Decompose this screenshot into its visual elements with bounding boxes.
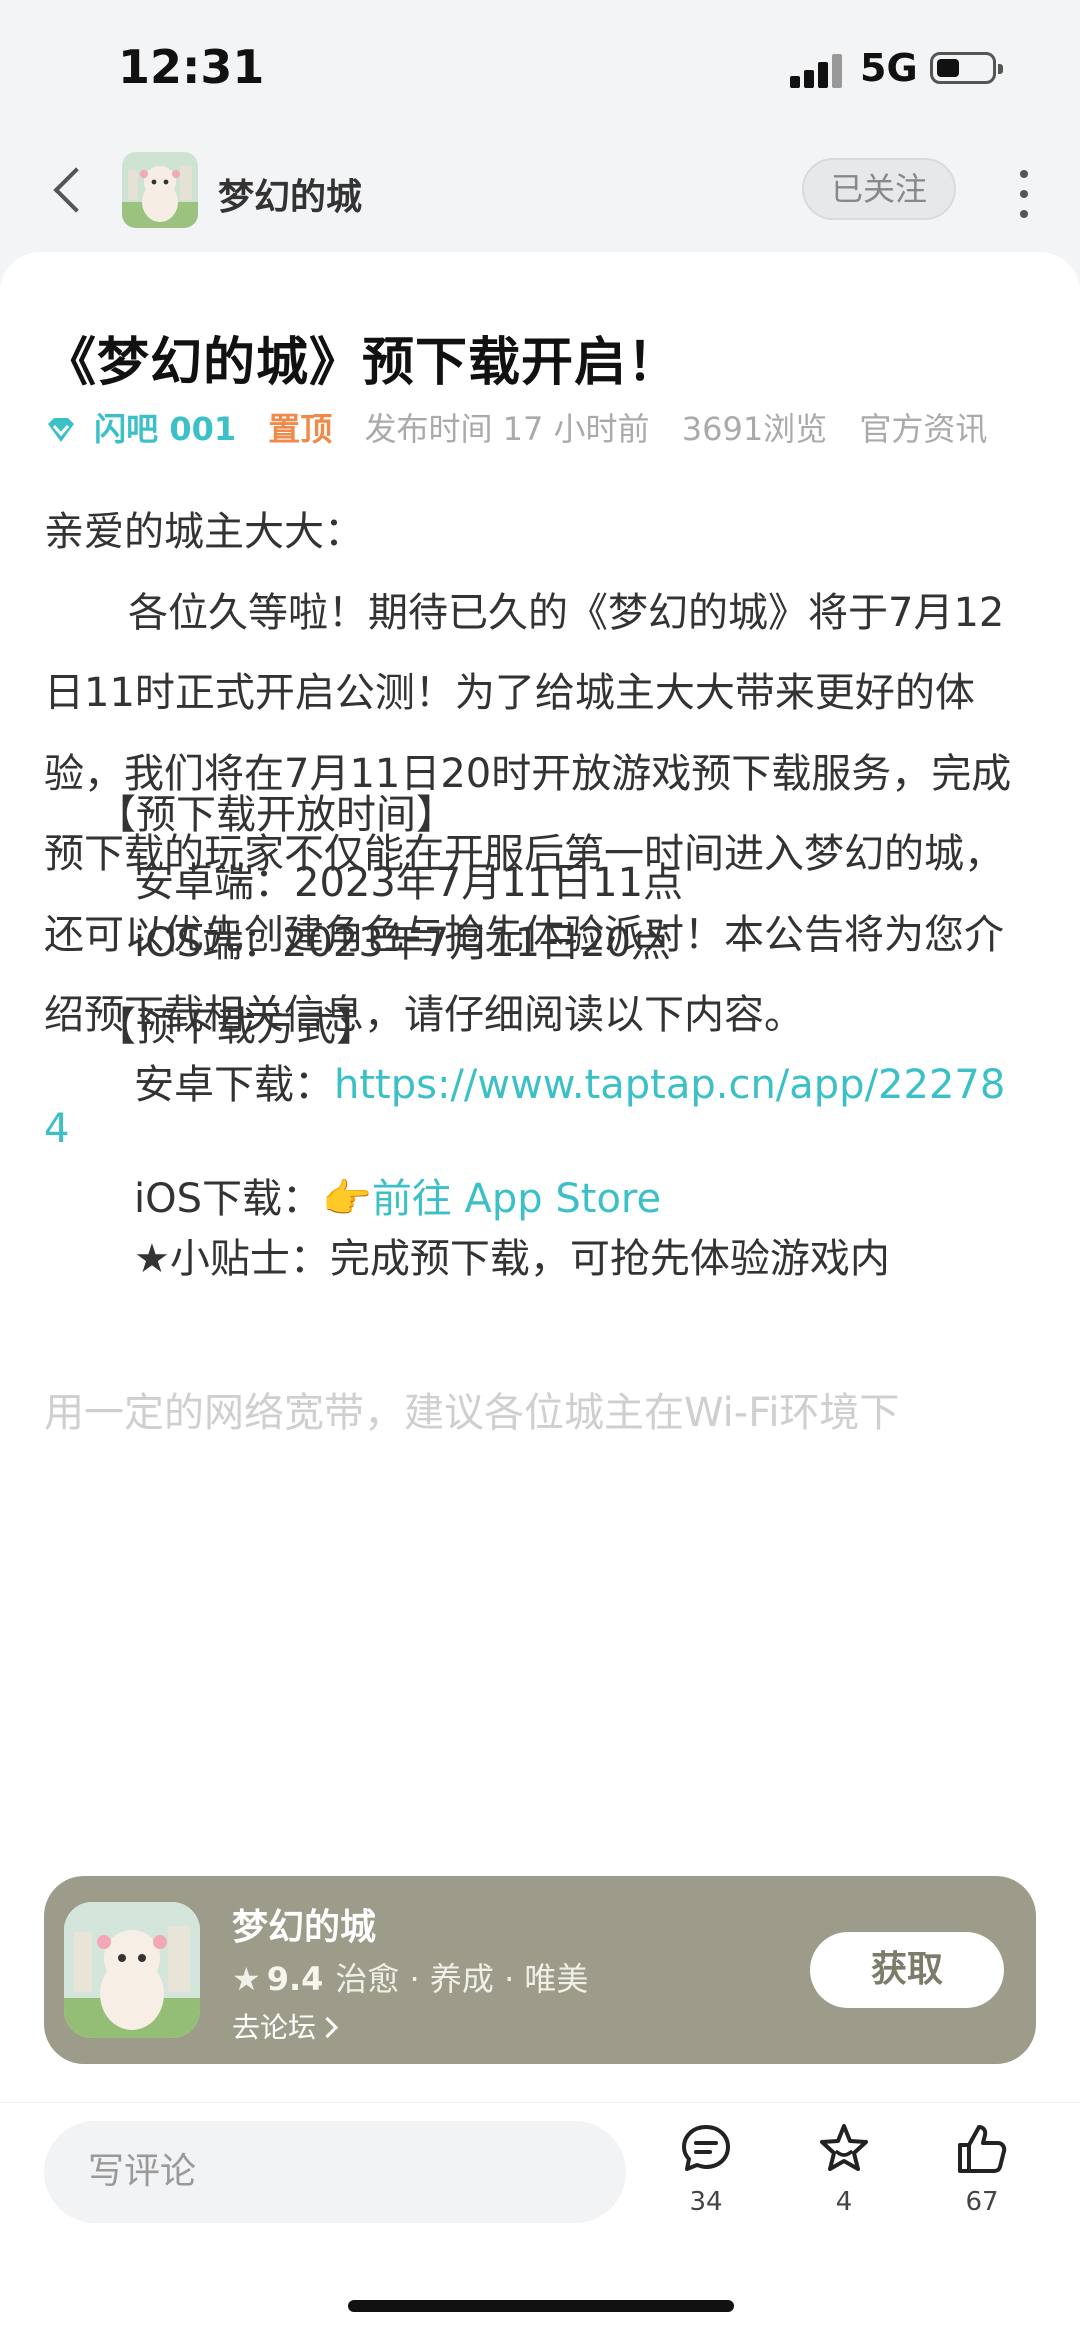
like-button[interactable]: 67 [942, 2121, 1022, 2217]
android-time: 安卓端：2023年7月11日11点 [134, 860, 684, 906]
android-download-link-cont[interactable]: 4 [44, 1106, 69, 1152]
forum-name[interactable]: 梦幻的城 [218, 168, 362, 220]
ios-download-label: iOS下载： [134, 1176, 322, 1222]
diamond-icon [44, 414, 78, 452]
thumbs-up-icon [958, 2125, 1007, 2173]
app-tags: 治愈 · 养成 · 唯美 [335, 1960, 589, 1998]
comment-input[interactable]: 写评论 [44, 2121, 626, 2223]
view-count: 3691浏览 [681, 410, 828, 448]
section-heading: 【预下载开放时间】 [96, 792, 456, 838]
go-to-forum-label: 去论坛 [232, 2011, 317, 2044]
android-download-label: 安卓下载： [134, 1062, 334, 1108]
battery-icon [930, 52, 1003, 84]
ios-time: iOS端：2023年7月11日20点 [134, 920, 672, 966]
android-download-link[interactable]: https://www.taptap.cn/app/22278 [334, 1062, 1005, 1108]
post-category[interactable]: 官方资讯 [859, 410, 987, 448]
chevron-right-icon [316, 2016, 339, 2039]
post-card: 《梦幻的城》预下载开启！ 闪吧 001 置顶 发布时间 17 小时前 3691浏… [0, 252, 1080, 2102]
post-meta: 闪吧 001 置顶 发布时间 17 小时前 3691浏览 官方资讯 [44, 404, 987, 452]
post-title: 《梦幻的城》预下载开启！ [44, 333, 681, 393]
favorite-count: 4 [835, 2187, 853, 2217]
more-options-icon[interactable] [1010, 166, 1038, 222]
favorite-button[interactable]: 4 [804, 2121, 884, 2217]
follow-button[interactable]: 已关注 [802, 158, 956, 220]
pinned-badge: 置顶 [268, 410, 333, 448]
tip-text: ★小贴士：完成预下载，可抢先体验游戏内 [134, 1236, 890, 1282]
app-icon[interactable] [64, 1902, 200, 2038]
star-icon: ★ [232, 1960, 261, 1998]
go-to-forum-link[interactable]: 去论坛 [232, 2006, 339, 2046]
app-store-link[interactable]: 前往 App Store [372, 1176, 661, 1222]
publish-time: 发布时间 17 小时前 [364, 410, 650, 448]
post-author[interactable]: 闪吧 001 [94, 410, 236, 448]
forum-avatar[interactable] [122, 152, 198, 228]
post-greeting: 亲爱的城主大大： [44, 509, 364, 555]
forum-header: 梦幻的城 已关注 [0, 140, 1080, 250]
app-promo-card[interactable]: 梦幻的城 ★ 9.4 治愈 · 养成 · 唯美 去论坛 获取 [44, 1876, 1036, 2064]
status-time: 12:31 [118, 40, 265, 94]
partial-text: 用一定的网络宽带，建议各位城主在Wi-Fi环境下 [44, 1390, 900, 1436]
star-icon [820, 2124, 868, 2171]
signal-icon [790, 52, 846, 88]
app-info: ★ 9.4 治愈 · 养成 · 唯美 [232, 1954, 588, 2000]
get-button[interactable]: 获取 [810, 1932, 1004, 2008]
comment-button[interactable]: 34 [666, 2121, 746, 2217]
pointing-hand-icon: 👉 [322, 1176, 372, 1222]
back-arrow-icon[interactable] [42, 160, 102, 220]
network-type: 5G [860, 46, 918, 90]
post-body: 亲爱的城主大大： 各位久等啦！期待已久的《梦幻的城》将于7月12日11时正式开启… [44, 492, 1036, 1056]
app-name[interactable]: 梦幻的城 [232, 1898, 376, 1950]
app-rating: 9.4 [266, 1960, 324, 1998]
comment-count: 34 [689, 2187, 723, 2217]
home-indicator [348, 2300, 734, 2312]
section-heading: 【预下载方式】 [96, 1004, 376, 1050]
status-bar: 12:31 5G [0, 0, 1080, 140]
comment-icon [682, 2125, 730, 2171]
like-count: 67 [965, 2187, 999, 2217]
